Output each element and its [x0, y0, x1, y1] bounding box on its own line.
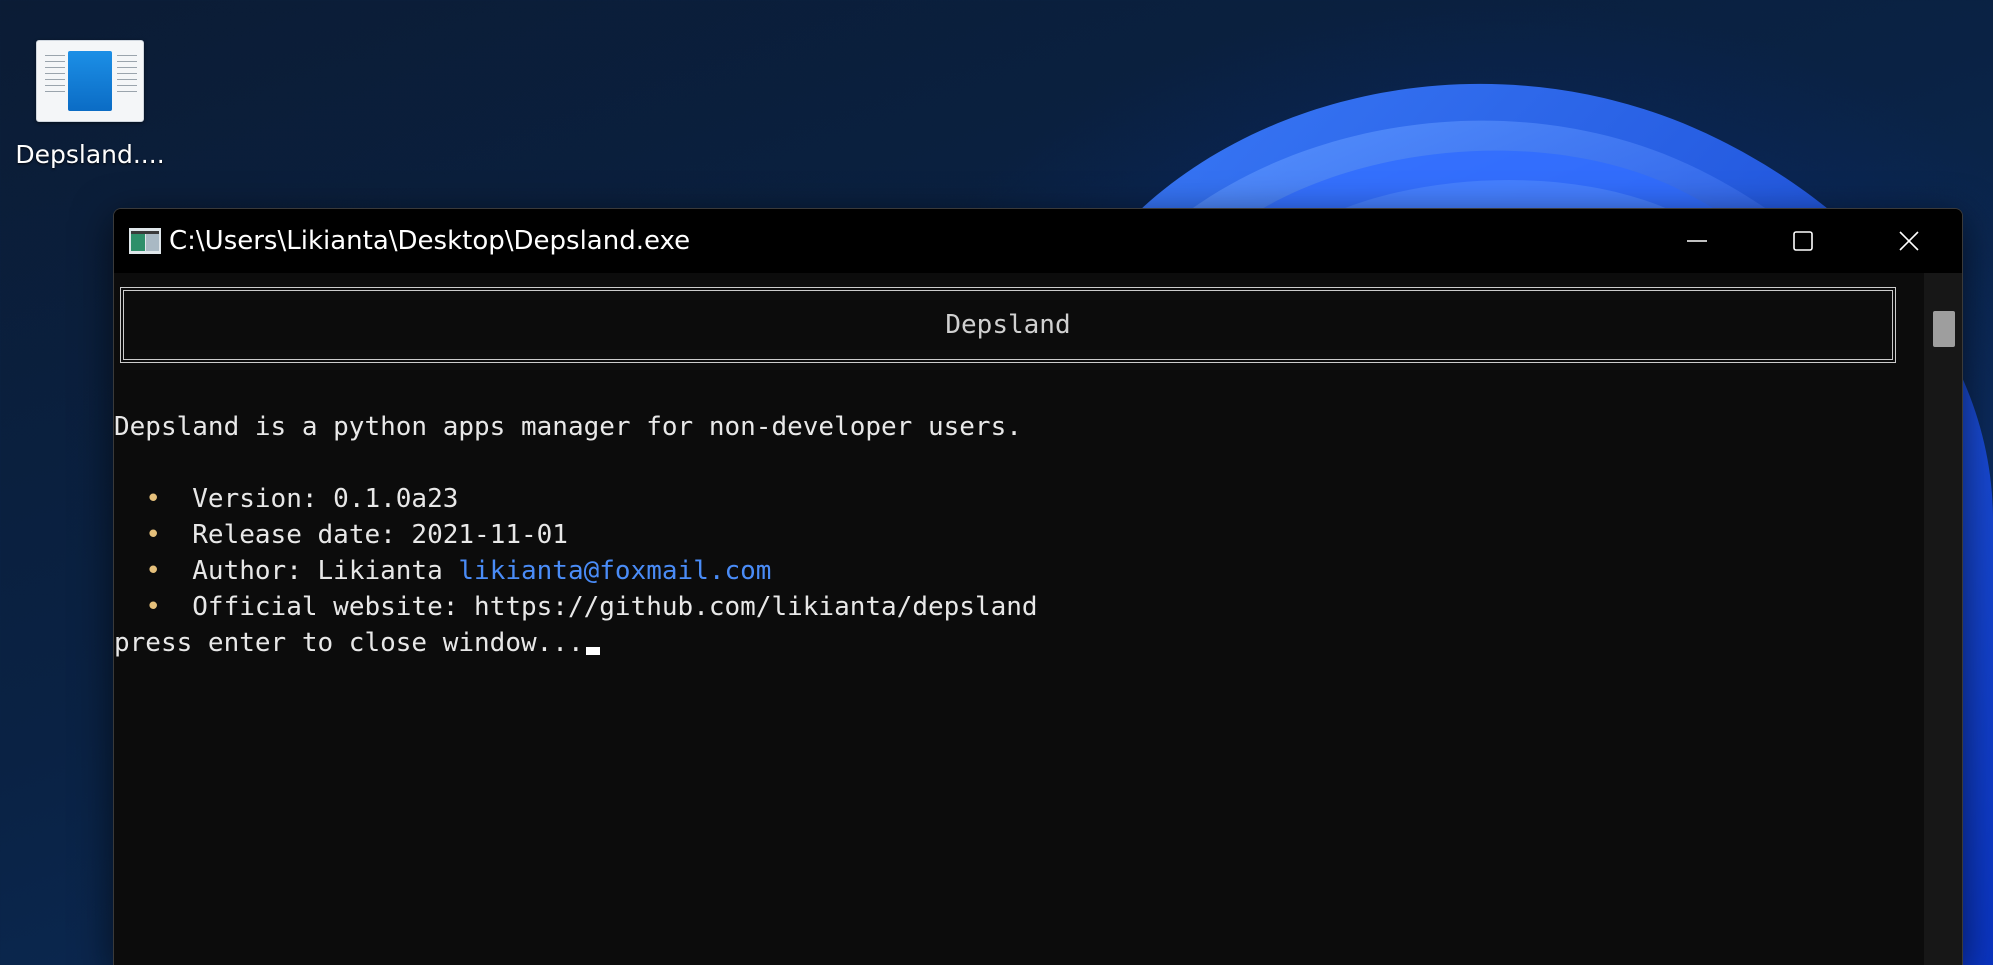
- console-window[interactable]: C:\Users\Likianta\Desktop\Depsland.exe D…: [113, 208, 1963, 965]
- prompt-text: press enter to close window...: [114, 628, 584, 658]
- list-item: • Official website: https://github.com/l…: [114, 589, 1038, 625]
- close-button[interactable]: [1856, 209, 1962, 273]
- author-email-link[interactable]: likianta@foxmail.com: [458, 556, 771, 586]
- desktop-icon-depsland[interactable]: Depsland....: [12, 40, 168, 169]
- close-icon: [1899, 231, 1919, 251]
- minimize-icon: [1687, 240, 1707, 242]
- bullet: •: [145, 592, 161, 622]
- vertical-scrollbar[interactable]: [1924, 273, 1962, 965]
- version-text: Version: 0.1.0a23: [192, 484, 459, 514]
- maximize-icon: [1793, 231, 1813, 251]
- console-output[interactable]: Depsland Depsland is a python apps manag…: [114, 273, 1924, 965]
- release-date-text: Release date: 2021-11-01: [192, 520, 568, 550]
- desktop-icon-label: Depsland....: [15, 140, 165, 169]
- bullet: •: [145, 520, 161, 550]
- website-text: Official website: https://github.com/lik…: [192, 592, 1038, 622]
- banner-box: Depsland: [120, 287, 1896, 363]
- prompt-line: press enter to close window...: [114, 625, 600, 661]
- title-bar[interactable]: C:\Users\Likianta\Desktop\Depsland.exe: [114, 209, 1962, 273]
- description-line: Depsland is a python apps manager for no…: [114, 412, 1022, 442]
- list-item: • Release date: 2021-11-01: [114, 517, 568, 553]
- minimize-button[interactable]: [1644, 209, 1750, 273]
- banner-title: Depsland: [945, 310, 1071, 340]
- window-title: C:\Users\Likianta\Desktop\Depsland.exe: [169, 226, 691, 256]
- list-item: • Version: 0.1.0a23: [114, 481, 458, 517]
- text-cursor: [585, 647, 600, 655]
- list-item: • Author: Likianta likianta@foxmail.com: [114, 553, 771, 589]
- scrollbar-thumb[interactable]: [1933, 311, 1955, 347]
- bullet: •: [145, 484, 161, 514]
- author-text: Author: Likianta: [192, 556, 459, 586]
- maximize-button[interactable]: [1750, 209, 1856, 273]
- file-thumbnail-icon: [36, 40, 144, 122]
- console-app-icon: [129, 228, 161, 254]
- bullet: •: [145, 556, 161, 586]
